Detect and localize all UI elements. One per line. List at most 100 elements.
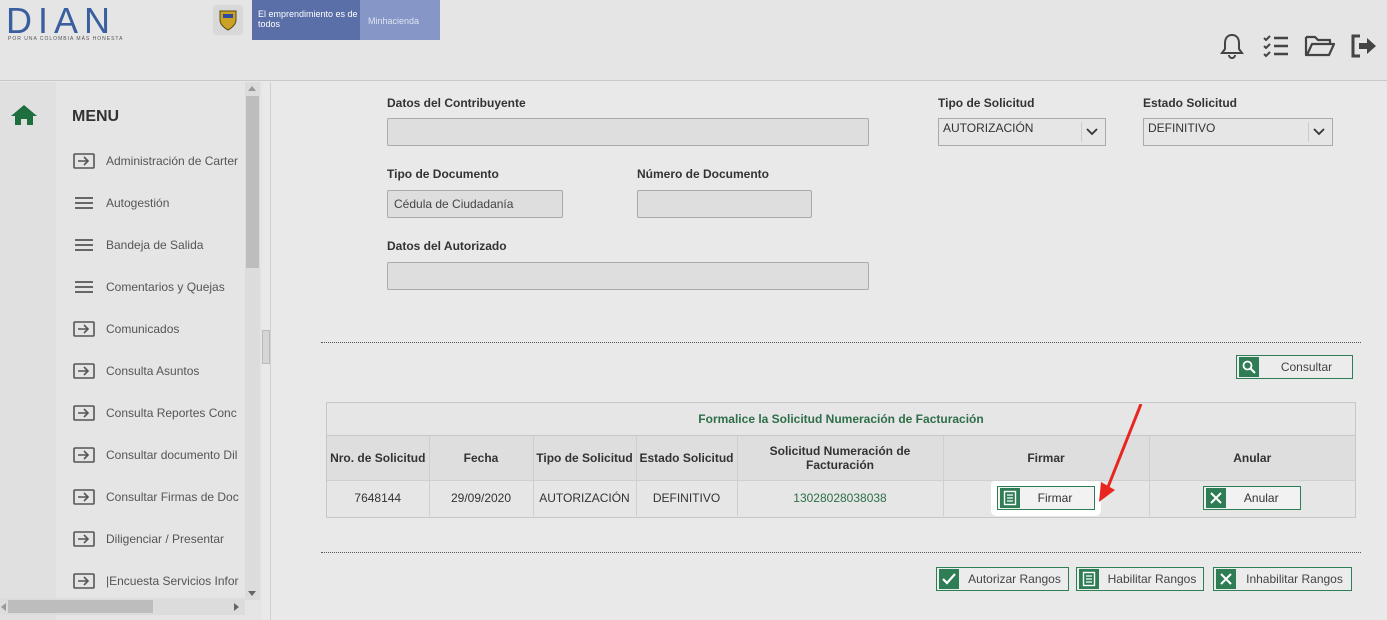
scroll-right-icon[interactable]: [234, 603, 239, 611]
annotation-arrow-icon: [1099, 404, 1143, 502]
menu-item-bandeja-salida[interactable]: Bandeja de Salida: [72, 224, 245, 266]
scroll-left-icon[interactable]: [1, 603, 6, 611]
enter-icon: [72, 362, 96, 380]
table-header-row: Nro. de Solicitud Fecha Tipo de Solicitu…: [327, 436, 1355, 480]
firmar-label: Firmar: [1037, 491, 1073, 506]
cell-tipo: AUTORIZACIÓN: [533, 479, 637, 516]
firmar-button[interactable]: Firmar: [997, 486, 1095, 511]
autorizado-label: Datos del Autorizado: [387, 239, 507, 253]
scroll-down-icon[interactable]: [248, 591, 256, 596]
chevron-down-icon: [1081, 122, 1101, 142]
contribuyente-field[interactable]: [387, 118, 869, 146]
document-list-icon: [1079, 569, 1099, 589]
autorizar-rangos-label: Autorizar Rangos: [968, 572, 1061, 586]
menu-item-label: Bandeja de Salida: [106, 238, 204, 252]
sidebar-vertical-scrollbar[interactable]: [245, 82, 260, 600]
tipo-solicitud-label: Tipo de Solicitud: [938, 96, 1035, 110]
menu-item-label: Comunicados: [106, 322, 180, 336]
menu-item-label: Autogestión: [106, 196, 170, 210]
inhabilitar-rangos-button[interactable]: Inhabilitar Rangos: [1213, 567, 1352, 591]
enter-icon: [72, 320, 96, 338]
tipo-solicitud-select[interactable]: AUTORIZACIÓN: [938, 118, 1106, 146]
menu-item-consulta-reportes[interactable]: Consulta Reportes Conc: [72, 392, 245, 434]
habilitar-rangos-label: Habilitar Rangos: [1107, 572, 1197, 586]
main-content: Datos del Contribuyente Tipo de Solicitu…: [270, 82, 1387, 620]
numero-documento-field[interactable]: [637, 190, 812, 218]
enter-icon: [72, 488, 96, 506]
menu-item-label: Consultar documento Dil: [106, 448, 238, 462]
estado-solicitud-label: Estado Solicitud: [1143, 96, 1238, 110]
search-icon: [1239, 357, 1259, 377]
estado-solicitud-value: DEFINITIVO: [1148, 121, 1216, 135]
menu-item-label: |Encuesta Servicios Infor: [106, 574, 239, 588]
tipo-solicitud-value: AUTORIZACIÓN: [943, 121, 1034, 135]
numeracion-link[interactable]: 13028028038038: [793, 491, 886, 505]
inhabilitar-rangos-label: Inhabilitar Rangos: [1246, 572, 1343, 586]
menu-item-label: Consulta Reportes Conc: [106, 406, 237, 420]
hamburger-icon: [72, 236, 96, 254]
logout-icon[interactable]: [1347, 30, 1381, 62]
autorizar-rangos-button[interactable]: Autorizar Rangos: [936, 567, 1069, 591]
results-table: Nro. de Solicitud Fecha Tipo de Solicitu…: [327, 436, 1355, 516]
gov-slogan: El emprendimiento es de todos: [252, 0, 360, 40]
column-header: Solicitud Numeración de Facturación: [737, 436, 944, 480]
app-header: DIAN POR UNA COLOMBIA MÁS HONESTA El emp…: [0, 0, 1387, 81]
header-actions: [1215, 30, 1381, 62]
hamburger-icon: [72, 194, 96, 212]
menu-item-label: Consulta Asuntos: [106, 364, 200, 378]
menu-item-consulta-asuntos[interactable]: Consulta Asuntos: [72, 350, 245, 392]
divider: [321, 342, 1361, 343]
anular-label: Anular: [1243, 491, 1279, 506]
enter-icon: [72, 446, 96, 464]
menu-item-encuesta-servicios[interactable]: |Encuesta Servicios Infor: [72, 560, 245, 602]
sidebar-collapse-handle[interactable]: [262, 330, 270, 364]
menu-item-label: Diligenciar / Presentar: [106, 532, 225, 546]
autorizado-field[interactable]: [387, 262, 869, 290]
scroll-up-icon[interactable]: [248, 86, 256, 91]
scroll-thumb[interactable]: [8, 600, 153, 613]
habilitar-rangos-button[interactable]: Habilitar Rangos: [1076, 567, 1204, 591]
folder-open-icon[interactable]: [1303, 30, 1337, 62]
column-header: Nro. de Solicitud: [327, 436, 430, 480]
numero-documento-label: Número de Documento: [637, 167, 770, 181]
anular-button[interactable]: Anular: [1203, 486, 1302, 511]
menu-item-comentarios-quejas[interactable]: Comentarios y Quejas: [72, 266, 245, 308]
hamburger-icon: [72, 278, 96, 296]
menu-item-autogestion[interactable]: Autogestión: [72, 182, 245, 224]
ministry-label: Minhacienda: [360, 0, 440, 40]
menu-item-consultar-documento[interactable]: Consultar documento Dil: [72, 434, 245, 476]
column-header: Fecha: [429, 436, 534, 480]
table-row: 7648144 29/09/2020 AUTORIZACIÓN DEFINITI…: [327, 479, 1355, 516]
dian-logo[interactable]: DIAN POR UNA COLOMBIA MÁS HONESTA: [6, 3, 151, 43]
chevron-down-icon: [1308, 122, 1328, 142]
check-icon: [939, 569, 959, 589]
consultar-label: Consultar: [1280, 360, 1333, 374]
bell-icon[interactable]: [1215, 30, 1249, 62]
menu-title: MENU: [72, 108, 120, 125]
menu-item-diligenciar-presentar[interactable]: Diligenciar / Presentar: [72, 518, 245, 560]
contribuyente-label: Datos del Contribuyente: [387, 96, 526, 110]
estado-solicitud-select[interactable]: DEFINITIVO: [1143, 118, 1333, 146]
scroll-thumb[interactable]: [246, 96, 259, 268]
sidebar-horizontal-scrollbar[interactable]: [0, 598, 245, 615]
menu-item-comunicados[interactable]: Comunicados: [72, 308, 245, 350]
home-column: [0, 82, 56, 620]
tipo-documento-label: Tipo de Documento: [387, 167, 499, 181]
menu-list: Administración de Carter Autogestión Ban…: [72, 140, 245, 602]
tipo-documento-field[interactable]: Cédula de Ciudadanía: [387, 190, 563, 218]
close-icon: [1216, 569, 1236, 589]
dian-logo-tagline: POR UNA COLOMBIA MÁS HONESTA: [8, 36, 124, 42]
divider: [321, 552, 1361, 553]
enter-icon: [72, 530, 96, 548]
column-header: Estado Solicitud: [636, 436, 738, 480]
consultar-button[interactable]: Consultar: [1236, 355, 1353, 379]
results-title: Formalice la Solicitud Numeración de Fac…: [327, 403, 1355, 436]
cell-nro: 7648144: [327, 479, 430, 516]
home-icon[interactable]: [10, 104, 38, 128]
checklist-icon[interactable]: [1259, 30, 1293, 62]
menu-item-consultar-firmas[interactable]: Consultar Firmas de Doc: [72, 476, 245, 518]
menu-item-administracion-cartera[interactable]: Administración de Carter: [72, 140, 245, 182]
cell-fecha: 29/09/2020: [429, 479, 534, 516]
enter-icon: [72, 572, 96, 590]
results-panel: Formalice la Solicitud Numeración de Fac…: [326, 402, 1356, 518]
